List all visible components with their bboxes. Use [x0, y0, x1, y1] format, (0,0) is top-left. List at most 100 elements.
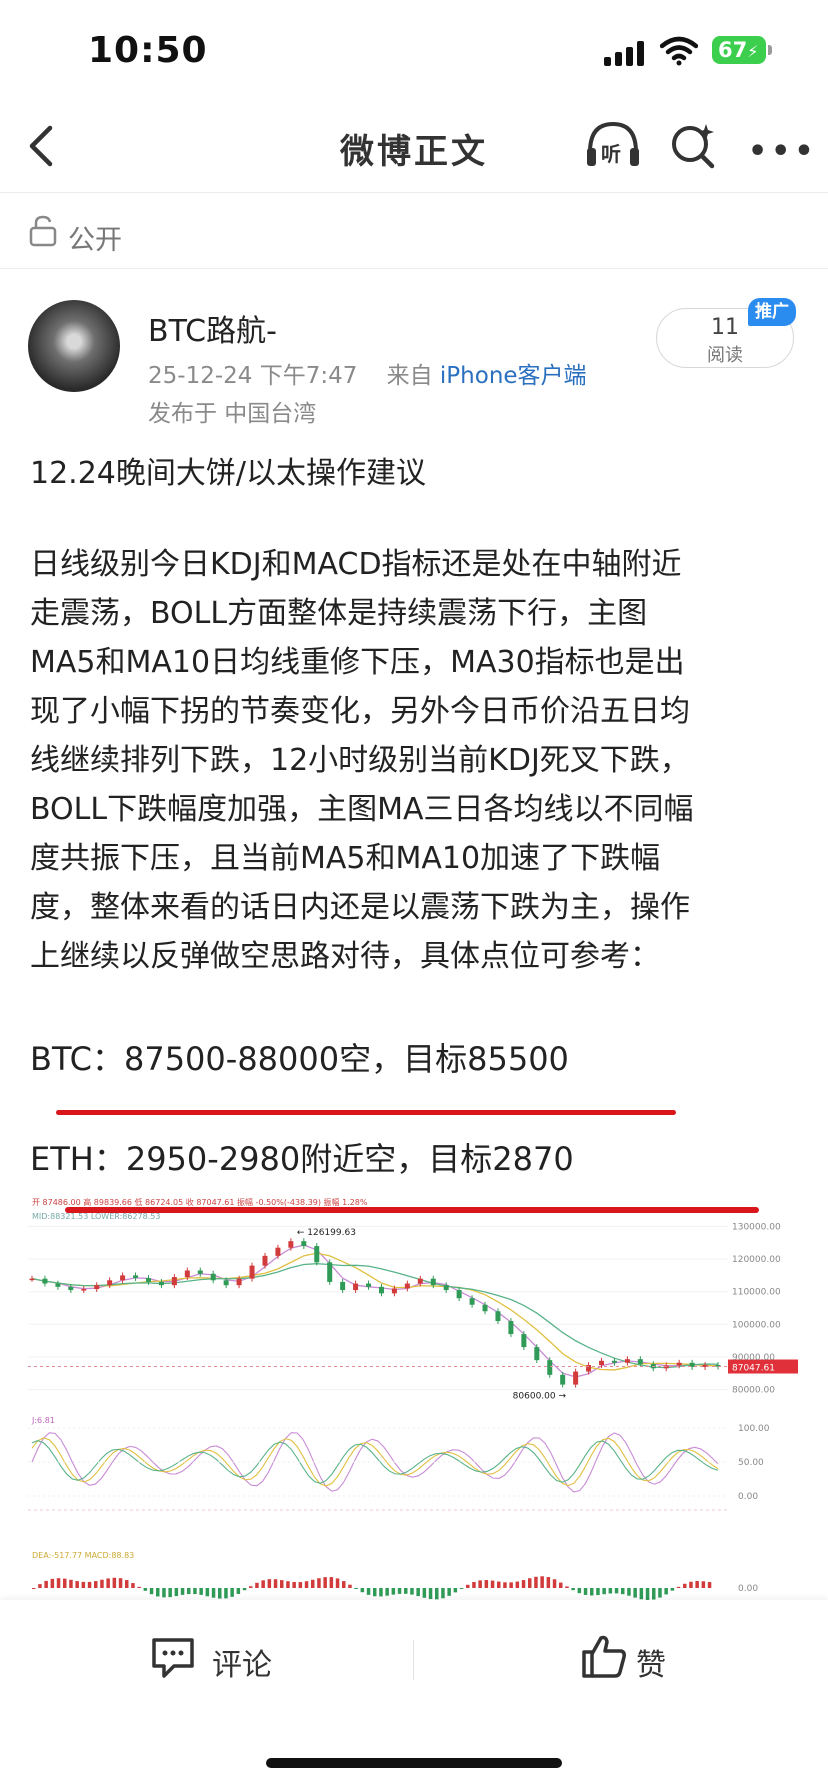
macd-bar — [149, 1588, 154, 1595]
read-label: 阅读 — [707, 345, 743, 366]
macd-bar — [422, 1588, 427, 1598]
candle-body — [508, 1321, 514, 1335]
comment-bubble-icon[interactable] — [150, 1636, 196, 1680]
macd-bar — [94, 1581, 98, 1588]
eth-trade-call: ETH：2950-2980附近空，目标2870 — [30, 1140, 574, 1178]
promo-badge[interactable]: 推广 — [748, 298, 796, 326]
battery-tip — [768, 45, 772, 55]
macd-bar — [112, 1577, 117, 1588]
macd-bar — [32, 1588, 36, 1589]
macd-bar — [38, 1584, 42, 1588]
macd-bar — [534, 1576, 538, 1588]
battery-charging-icon: 67⚡ — [712, 36, 766, 64]
macd-bar — [639, 1588, 644, 1600]
candle-body — [275, 1247, 281, 1256]
listen-label: 听 — [601, 142, 621, 166]
macd-bar — [590, 1588, 594, 1596]
macd-bar — [621, 1588, 625, 1595]
macd-bar — [571, 1588, 575, 1591]
macd-bar — [63, 1578, 67, 1588]
macd-bar — [596, 1588, 600, 1596]
macd-bar — [701, 1581, 706, 1588]
candle-body — [417, 1278, 423, 1284]
candle-body — [676, 1362, 682, 1366]
post-location: 发布于 中国台湾 — [148, 401, 317, 427]
macd-bar — [100, 1579, 104, 1588]
macd-bar — [125, 1580, 129, 1588]
macd-bar — [652, 1588, 656, 1600]
macd-bar — [224, 1588, 228, 1599]
macd-bar — [75, 1581, 79, 1588]
macd-bar — [162, 1588, 166, 1598]
macd-bar — [664, 1588, 668, 1595]
cellular-signal-icon — [604, 40, 646, 66]
candle-body — [120, 1275, 126, 1281]
comment-button[interactable]: 评论 — [212, 1640, 272, 1684]
candle-body — [430, 1278, 436, 1286]
thumbs-up-icon[interactable] — [580, 1632, 628, 1680]
price-tick-label: 100000.00 — [732, 1320, 781, 1330]
macd-bar — [391, 1588, 396, 1595]
like-button[interactable]: 赞 — [636, 1640, 666, 1684]
macd-bar — [509, 1582, 513, 1588]
price-chart-image[interactable]: 开 87486.00 高 89839.66 低 86724.05 收 87047… — [28, 1196, 800, 1600]
candle-body — [547, 1360, 553, 1375]
macd-bar — [255, 1582, 259, 1588]
macd-bar — [540, 1576, 544, 1588]
candle-body — [249, 1265, 255, 1279]
macd-bar — [627, 1588, 631, 1596]
macd-bar — [416, 1588, 420, 1597]
avatar[interactable] — [28, 300, 120, 392]
more-dots-icon[interactable]: ••• — [748, 134, 818, 169]
candle-body — [469, 1298, 475, 1305]
macd-bar — [689, 1581, 693, 1588]
macd-bar — [404, 1588, 408, 1594]
kdj-tick-label: 50.00 — [738, 1458, 764, 1468]
candle-body — [184, 1270, 190, 1278]
candle-body — [301, 1241, 307, 1247]
candle-body — [624, 1359, 630, 1363]
candle-body — [68, 1286, 74, 1291]
macd-bar — [503, 1582, 507, 1588]
macd-bar — [348, 1584, 352, 1588]
macd-bar — [131, 1583, 135, 1588]
macd-bar — [608, 1588, 613, 1594]
macd-bar — [478, 1580, 482, 1588]
macd-bar — [695, 1581, 699, 1588]
candle-body — [81, 1289, 87, 1291]
macd-bar — [435, 1588, 439, 1600]
candle-body — [456, 1290, 462, 1299]
macd-label: DEA:-517.77 MACD:88.83 — [32, 1551, 134, 1560]
author-name[interactable]: BTC路航- — [148, 306, 277, 350]
macd-bar — [143, 1588, 148, 1591]
high-annotation: ← 126199.63 — [297, 1228, 356, 1238]
current-price-label: 87047.61 — [732, 1364, 775, 1374]
search-sparkle-icon[interactable] — [668, 120, 718, 172]
macd-bar — [242, 1588, 247, 1591]
source-link[interactable]: iPhone客户端 — [440, 363, 587, 389]
macd-bar — [633, 1588, 637, 1598]
candle-body — [391, 1288, 397, 1294]
macd-bar — [670, 1588, 675, 1591]
action-separator — [413, 1640, 414, 1680]
macd-bar — [397, 1588, 402, 1594]
chart-header-text: 开 87486.00 高 89839.66 低 86724.05 收 87047… — [32, 1197, 368, 1207]
macd-bar — [304, 1581, 309, 1588]
macd-bar — [81, 1581, 86, 1588]
macd-bar — [317, 1578, 321, 1588]
candle-body — [637, 1359, 643, 1365]
macd-bar — [329, 1577, 334, 1588]
macd-bar — [342, 1581, 346, 1588]
candle-body — [404, 1283, 410, 1289]
paragraph-line: BOLL下跌幅度加强，主图MA三日各均线以不同幅 — [30, 792, 694, 827]
macd-bar — [323, 1577, 327, 1588]
macd-bar — [187, 1588, 191, 1595]
macd-bar — [280, 1580, 284, 1588]
macd-bar — [459, 1588, 464, 1589]
visibility-label: 公开 — [68, 225, 122, 256]
candle-body — [495, 1311, 501, 1322]
candle-body — [288, 1241, 294, 1248]
macd-tick-label: 0.00 — [738, 1584, 758, 1594]
candle-body — [42, 1278, 48, 1284]
macd-bar — [379, 1588, 383, 1597]
